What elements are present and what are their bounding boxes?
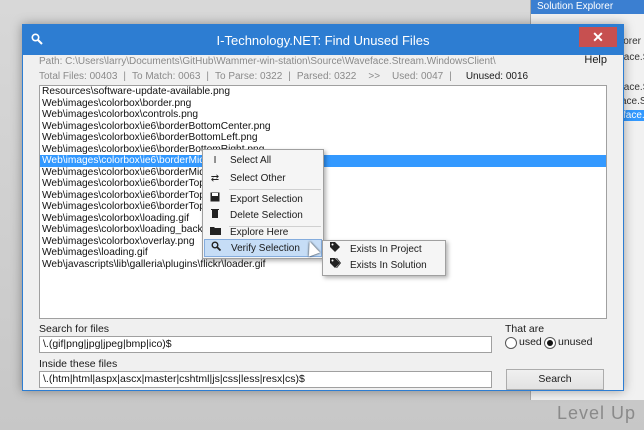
- list-item[interactable]: Web\images\colorbox\ie6\borderBottomCent…: [40, 121, 606, 133]
- solution-explorer-text: ace.Stre: [621, 96, 644, 107]
- unused-radio-label[interactable]: unused: [558, 336, 592, 348]
- solution-explorer-text: lorer: [621, 36, 642, 47]
- used-radio[interactable]: [505, 337, 517, 349]
- total-files-stat: Total Files: 00403: [39, 71, 118, 82]
- verify-submenu: Exists In Project Exists In Solution: [322, 240, 446, 276]
- menu-item-label: Select Other: [230, 173, 286, 184]
- to-parse-stat: To Parse: 0322: [214, 71, 283, 82]
- solution-explorer-title: Solution Explorer: [531, 0, 644, 14]
- menu-separator: [229, 189, 321, 190]
- solution-explorer-text: face.Stre: [621, 82, 644, 93]
- inside-files-label: Inside these files: [39, 358, 118, 370]
- path-label: Path: C:\Users\larry\Documents\GitHub\Wa…: [39, 56, 496, 67]
- menu-item-label: Delete Selection: [230, 210, 303, 221]
- menu-item-exists-in-solution[interactable]: Exists In Solution: [324, 257, 442, 275]
- list-item[interactable]: Web\images\colorbox\ie6\borderBottomLeft…: [40, 132, 606, 144]
- tags-icon: [328, 257, 342, 275]
- list-item[interactable]: Resources\software-update-available.png: [40, 86, 606, 98]
- search-button[interactable]: Search: [506, 369, 604, 390]
- inside-files-input[interactable]: \.(htm|html|aspx|ascx|master|cshtml|js|c…: [39, 371, 492, 388]
- list-item[interactable]: Web\images\colorbox\border.png: [40, 98, 606, 110]
- close-button[interactable]: ✕: [579, 27, 617, 47]
- menu-item-delete-selection[interactable]: Delete Selection: [204, 207, 322, 225]
- used-radio-label[interactable]: used: [519, 336, 542, 348]
- menu-item-select-other[interactable]: ⇄ Select Other: [204, 170, 322, 188]
- unused-radio[interactable]: [544, 337, 556, 349]
- menu-item-label: Exists In Solution: [350, 260, 427, 271]
- unused-stat: Unused: 0016: [465, 71, 529, 82]
- to-match-stat: To Match: 0063: [132, 71, 201, 82]
- window-title: I-Technology.NET: Find Unused Files: [216, 33, 430, 48]
- title-bar[interactable]: I-Technology.NET: Find Unused Files ✕: [23, 25, 623, 55]
- arrows-stat: >>: [368, 71, 381, 82]
- list-item[interactable]: Web\images\colorbox\controls.png: [40, 109, 606, 121]
- stats-bar: Total Files: 00403 | To Match: 0063 | To Par…: [39, 71, 529, 82]
- magnifier-icon: [209, 240, 223, 258]
- menu-item-select-all[interactable]: I Select All: [204, 152, 322, 170]
- used-stat: Used: 0047: [392, 71, 444, 82]
- menu-item-label: Select All: [230, 155, 272, 166]
- shuffle-icon: ⇄: [210, 173, 220, 184]
- help-menu[interactable]: Help: [584, 54, 607, 66]
- cursor-i-icon: I: [213, 155, 217, 166]
- search-files-input[interactable]: \.(gif|png|jpg|jpeg|bmp|ico)$: [39, 336, 492, 353]
- search-files-label: Search for files: [39, 323, 110, 335]
- solution-explorer-text: face.Stre: [621, 110, 644, 121]
- trash-icon: [208, 207, 222, 225]
- parsed-stat: Parsed: 0322: [296, 71, 357, 82]
- menu-item-verify-selection[interactable]: Verify Selection ▶: [204, 239, 322, 257]
- watermark: Level Up: [556, 403, 636, 423]
- menu-item-label: Verify Selection: [231, 243, 300, 254]
- solution-explorer-text: face.S: [621, 52, 644, 63]
- that-are-label: That are: [505, 323, 545, 335]
